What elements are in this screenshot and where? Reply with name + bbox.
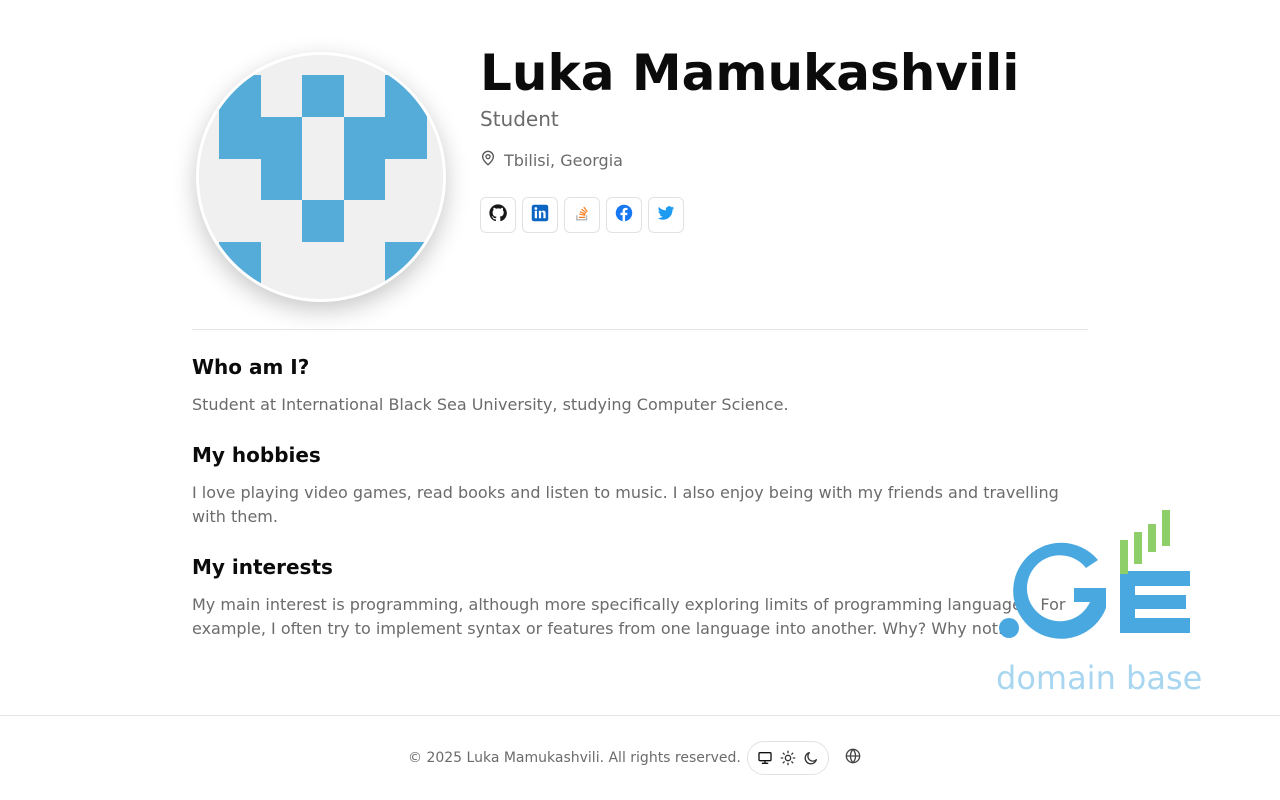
copyright-text: © 2025 Luka Mamukashvili. All rights res… [408,750,741,766]
stackoverflow-link-button[interactable] [564,197,600,233]
avatar-identicon [199,55,443,299]
section-hobbies: My hobbies I love playing video games, r… [192,443,1088,529]
facebook-link-button[interactable] [606,197,642,233]
globe-icon [845,748,861,768]
section-interests: My interests My main interest is program… [192,555,1088,641]
ge-logo-icon [999,510,1190,639]
section-body: My main interest is programming, althoug… [192,595,1066,638]
social-links [480,197,684,233]
language-button[interactable] [845,748,863,768]
linkedin-link-button[interactable] [522,197,558,233]
facebook-icon [615,204,633,226]
twitter-icon [657,204,675,226]
moon-icon[interactable] [803,750,819,766]
section-who-am-i: Who am I? Student at International Black… [192,355,1088,417]
profile-name: Luka Mamukashvili [480,44,1020,102]
page-container: Luka Mamukashvili Student Tbilisi, Georg… [192,0,1088,638]
monitor-icon[interactable] [757,750,773,766]
sun-icon[interactable] [780,750,796,766]
section-body: Student at International Black Sea Unive… [192,395,789,414]
section-title: Who am I? [192,355,310,379]
github-icon [489,204,507,226]
section-title: My interests [192,555,333,579]
map-pin-icon [480,150,496,170]
theme-switcher [747,741,829,775]
stackoverflow-icon [573,204,591,226]
profile-role: Student [480,107,559,131]
twitter-link-button[interactable] [648,197,684,233]
footer: © 2025 Luka Mamukashvili. All rights res… [0,715,1280,800]
github-link-button[interactable] [480,197,516,233]
section-body: I love playing video games, read books a… [192,483,1059,526]
profile-header: Luka Mamukashvili Student Tbilisi, Georg… [192,0,1088,330]
domain-base-caption: domain base [996,659,1203,697]
avatar [196,52,446,302]
location-text: Tbilisi, Georgia [504,150,623,170]
profile-location: Tbilisi, Georgia [480,150,623,170]
section-title: My hobbies [192,443,321,467]
linkedin-icon [531,204,549,226]
